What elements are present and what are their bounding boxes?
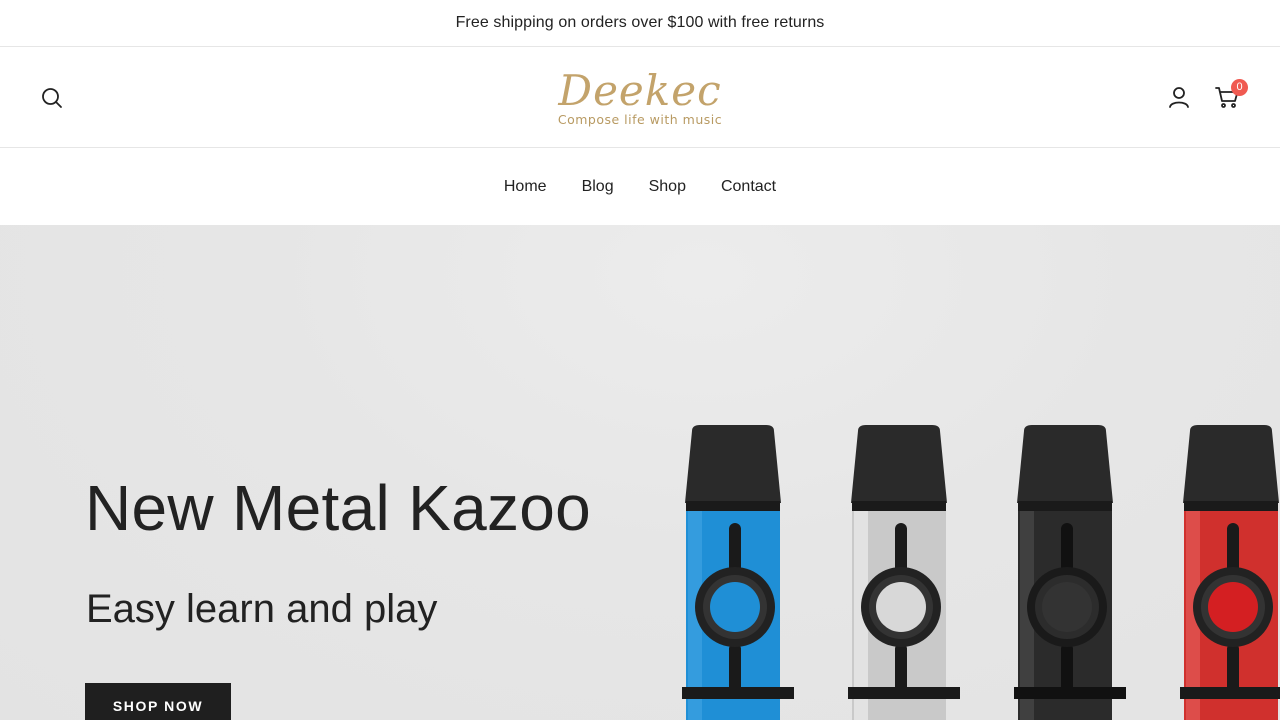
kazoo-black	[1014, 425, 1126, 720]
main-nav: Home Blog Shop Contact	[0, 148, 1280, 225]
shop-now-button[interactable]: SHOP NOW	[85, 683, 231, 720]
site-header: Deekec Compose life with music	[0, 47, 1280, 148]
nav-item-blog[interactable]: Blog	[564, 178, 631, 196]
nav-item-home[interactable]: Home	[486, 178, 564, 196]
hero-title: New Metal Kazoo	[85, 472, 592, 544]
site-logo[interactable]: Deekec Compose life with music	[540, 61, 740, 135]
kazoo-red	[1180, 425, 1280, 720]
logo-wordmark: Deekec	[558, 66, 722, 115]
hero-banner: New Metal Kazoo Easy learn and play SHOP…	[0, 225, 1280, 720]
search-button[interactable]	[38, 84, 66, 112]
kazoo-silver	[848, 425, 960, 720]
announcement-text: Free shipping on orders over $100 with f…	[455, 14, 825, 31]
announcement-bar: Free shipping on orders over $100 with f…	[0, 0, 1280, 47]
nav-item-shop[interactable]: Shop	[631, 178, 703, 196]
search-icon	[42, 88, 62, 108]
logo-tagline: Compose life with music	[557, 112, 723, 127]
kazoo-product-image	[682, 425, 1280, 720]
user-icon	[1169, 87, 1189, 108]
hero-subtitle: Easy learn and play	[86, 587, 438, 631]
kazoo-blue	[682, 425, 794, 720]
account-button[interactable]	[1164, 82, 1194, 112]
cart-count-badge: 0	[1231, 79, 1248, 96]
nav-item-contact[interactable]: Contact	[703, 178, 793, 196]
